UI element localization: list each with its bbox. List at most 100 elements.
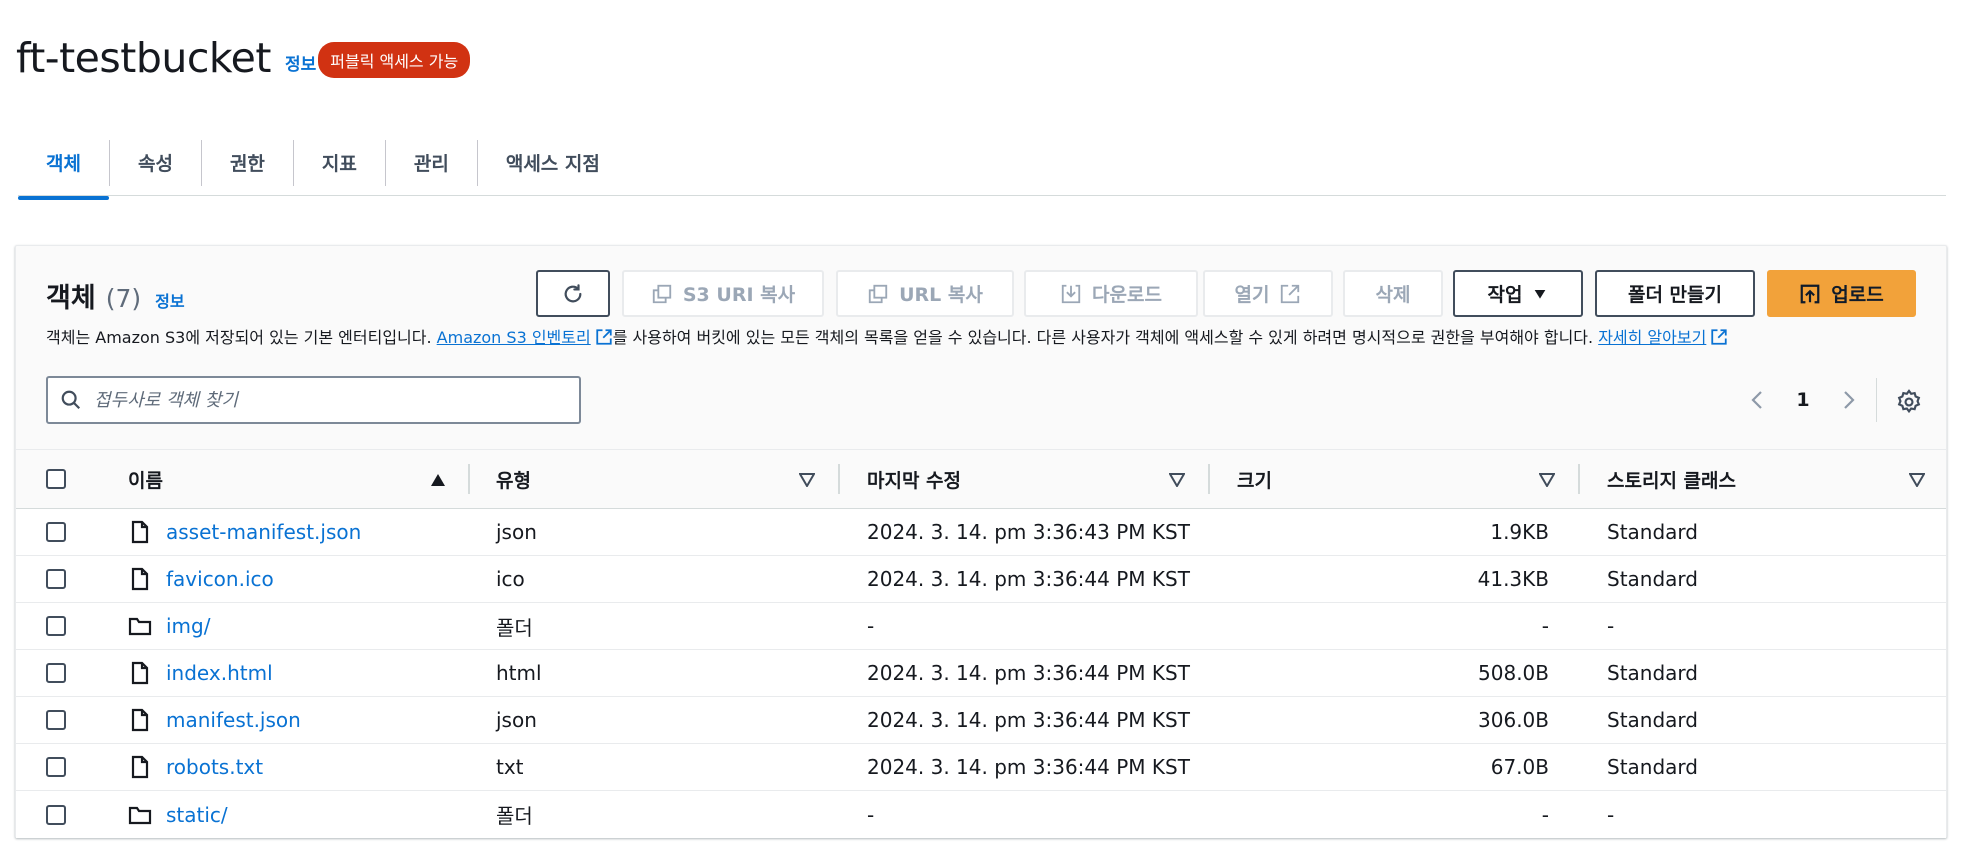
sort-icon[interactable] — [1539, 473, 1555, 487]
folder-icon — [128, 806, 152, 824]
column-divider[interactable] — [1578, 464, 1580, 494]
copy-icon — [652, 284, 672, 303]
column-header-size[interactable]: 크기 — [1237, 466, 1272, 493]
row-checkbox[interactable] — [46, 616, 66, 636]
refresh-button[interactable] — [536, 270, 610, 317]
column-divider[interactable] — [838, 464, 840, 494]
column-header-type[interactable]: 유형 — [496, 466, 531, 493]
delete-button[interactable]: 삭제 — [1343, 270, 1443, 317]
delete-label: 삭제 — [1375, 284, 1411, 306]
object-name-link[interactable]: robots.txt — [166, 755, 263, 779]
tab-metrics[interactable]: 지표 — [294, 139, 386, 186]
pagination: 1 — [1746, 376, 1860, 424]
object-storage-class: Standard — [1607, 755, 1698, 779]
object-type: ico — [496, 567, 525, 591]
column-divider[interactable] — [468, 464, 470, 494]
search-box — [46, 376, 581, 424]
object-name-cell: static/ — [128, 803, 228, 827]
object-name-link[interactable]: img/ — [166, 614, 210, 638]
download-icon — [1061, 284, 1081, 303]
create-folder-button[interactable]: 폴더 만들기 — [1595, 270, 1755, 317]
object-size: 41.3KB — [1477, 567, 1549, 591]
inventory-link[interactable]: Amazon S3 인벤토리 — [437, 328, 613, 347]
chevron-right-icon[interactable] — [1836, 388, 1860, 412]
object-name-link[interactable]: manifest.json — [166, 708, 301, 732]
tab-management[interactable]: 관리 — [386, 139, 478, 186]
objects-container: 객체 (7) 정보 S3 URI 복사 URL 복사 다운로드 열기 삭제 작업… — [15, 245, 1947, 838]
column-divider[interactable] — [1208, 464, 1210, 494]
current-page[interactable]: 1 — [1788, 389, 1818, 411]
object-last-modified: - — [867, 614, 875, 638]
object-last-modified: - — [867, 802, 875, 827]
actions-label: 작업 — [1487, 284, 1523, 306]
object-name-cell: favicon.ico — [128, 567, 274, 591]
sort-icon[interactable] — [1169, 473, 1185, 487]
description-text-2: 를 사용하여 버킷에 있는 모든 객체의 목록을 얻을 수 있습니다. 다른 사… — [612, 328, 1599, 347]
tab-permissions[interactable]: 권한 — [202, 139, 294, 186]
table-row: robots.txt txt 2024. 3. 14. pm 3:36:44 P… — [16, 744, 1946, 791]
object-type: html — [496, 661, 542, 685]
object-name-link[interactable]: index.html — [166, 661, 273, 685]
row-checkbox[interactable] — [46, 569, 66, 589]
actions-dropdown[interactable]: 작업 — [1453, 270, 1583, 317]
object-type: 폴더 — [496, 615, 533, 640]
object-name-link[interactable]: asset-manifest.json — [166, 520, 361, 544]
tab-access-points[interactable]: 액세스 지점 — [478, 140, 628, 186]
search-input[interactable] — [94, 389, 554, 411]
object-size: - — [1541, 802, 1549, 827]
external-link-icon — [1711, 329, 1727, 345]
tab-objects[interactable]: 객체 — [18, 139, 110, 200]
download-button[interactable]: 다운로드 — [1024, 270, 1198, 317]
bucket-title: ft-testbucket — [16, 34, 271, 82]
object-last-modified: 2024. 3. 14. pm 3:36:43 PM KST — [867, 520, 1190, 544]
copy-url-button[interactable]: URL 복사 — [836, 270, 1014, 317]
chevron-left-icon[interactable] — [1746, 388, 1770, 412]
select-all-checkbox[interactable] — [46, 469, 66, 489]
search-icon — [61, 390, 81, 410]
object-storage-class: Standard — [1607, 567, 1698, 591]
file-icon — [131, 661, 149, 685]
learn-more-link[interactable]: 자세히 알아보기 — [1598, 328, 1728, 347]
create-folder-label: 폴더 만들기 — [1627, 284, 1722, 306]
table-row: static/ 폴더 - - - — [16, 791, 1946, 838]
copy-url-label: URL 복사 — [899, 284, 983, 306]
row-checkbox[interactable] — [46, 663, 66, 683]
object-last-modified: 2024. 3. 14. pm 3:36:44 PM KST — [867, 567, 1190, 591]
sort-icon[interactable] — [799, 473, 815, 487]
object-size: - — [1541, 614, 1549, 638]
object-last-modified: 2024. 3. 14. pm 3:36:44 PM KST — [867, 755, 1190, 779]
column-header-last-modified[interactable]: 마지막 수정 — [867, 466, 961, 493]
refresh-icon — [564, 283, 582, 302]
column-label: 크기 — [1237, 469, 1272, 492]
external-link-icon — [1281, 284, 1300, 303]
table-header: 이름 유형 마지막 수정 크기 스토리지 클래스 — [16, 449, 1946, 509]
objects-heading: 객체 (7) 정보 — [46, 276, 185, 315]
description-text-1: 객체는 Amazon S3에 저장되어 있는 기본 엔터티입니다. — [46, 328, 437, 347]
row-checkbox[interactable] — [46, 710, 66, 730]
row-checkbox[interactable] — [46, 757, 66, 777]
copy-s3-uri-button[interactable]: S3 URI 복사 — [622, 270, 824, 317]
row-checkbox[interactable] — [46, 804, 66, 825]
sort-icon[interactable] — [1909, 473, 1925, 487]
info-link[interactable]: 정보 — [285, 50, 316, 75]
object-name-link[interactable]: static/ — [166, 803, 228, 827]
upload-icon — [1800, 284, 1820, 303]
object-storage-class: Standard — [1607, 661, 1698, 685]
object-size: 1.9KB — [1490, 520, 1549, 544]
table-row: asset-manifest.json json 2024. 3. 14. pm… — [16, 509, 1946, 556]
column-header-name[interactable]: 이름 — [128, 466, 163, 493]
gear-icon[interactable] — [1896, 389, 1922, 415]
table-row: favicon.ico ico 2024. 3. 14. pm 3:36:44 … — [16, 556, 1946, 603]
column-label: 유형 — [496, 469, 531, 492]
object-name-link[interactable]: favicon.ico — [166, 567, 274, 591]
row-checkbox[interactable] — [46, 522, 66, 542]
objects-info-link[interactable]: 정보 — [155, 288, 184, 312]
tab-properties[interactable]: 속성 — [110, 139, 202, 186]
object-storage-class: - — [1607, 614, 1615, 638]
open-button[interactable]: 열기 — [1203, 270, 1333, 317]
object-name-cell: robots.txt — [128, 755, 263, 779]
column-header-storage-class[interactable]: 스토리지 클래스 — [1607, 466, 1736, 493]
upload-button[interactable]: 업로드 — [1767, 270, 1916, 317]
copy-s3-uri-label: S3 URI 복사 — [682, 284, 796, 306]
sort-ascending-icon[interactable] — [430, 473, 446, 487]
